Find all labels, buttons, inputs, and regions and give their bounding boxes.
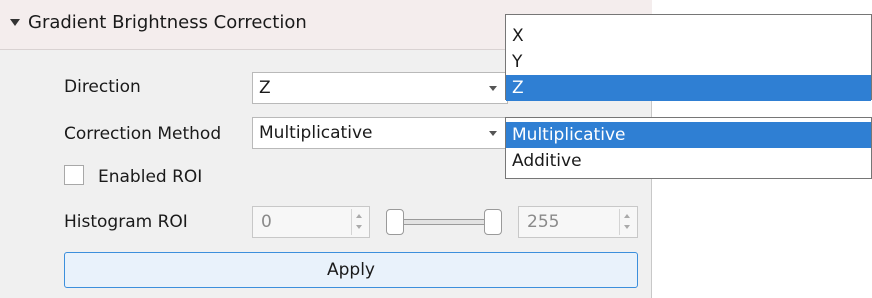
spin-up-icon[interactable] — [624, 214, 630, 218]
enabled-roi-checkbox[interactable] — [64, 165, 84, 185]
roi-max-spinbox[interactable]: 255 — [518, 206, 638, 238]
correction-method-dropdown-list: Multiplicative Additive — [505, 117, 872, 179]
roi-max-value: 255 — [527, 212, 560, 232]
slider-min-handle[interactable] — [386, 209, 404, 235]
direction-label: Direction — [64, 77, 141, 97]
correction-method-value: Multiplicative — [259, 123, 373, 143]
collapse-arrow-icon[interactable] — [10, 19, 20, 26]
direction-dropdown-list: X Y Z — [505, 14, 872, 101]
apply-button[interactable]: Apply — [64, 252, 638, 288]
roi-range-slider[interactable] — [393, 219, 495, 225]
chevron-down-icon — [489, 86, 497, 91]
option-additive[interactable]: Additive — [506, 148, 871, 174]
direction-value: Z — [259, 78, 271, 98]
spin-buttons[interactable] — [351, 209, 367, 235]
spin-up-icon[interactable] — [356, 214, 362, 218]
spin-buttons[interactable] — [619, 209, 635, 235]
histogram-roi-label: Histogram ROI — [64, 212, 188, 232]
roi-min-spinbox[interactable]: 0 — [252, 206, 370, 238]
slider-max-handle[interactable] — [484, 209, 502, 235]
correction-method-label: Correction Method — [64, 124, 222, 144]
option-y[interactable]: Y — [506, 49, 871, 75]
option-multiplicative[interactable]: Multiplicative — [506, 122, 871, 148]
option-z[interactable]: Z — [506, 75, 871, 101]
chevron-down-icon — [489, 131, 497, 136]
correction-method-combo[interactable]: Multiplicative — [252, 117, 508, 149]
roi-min-value: 0 — [261, 212, 272, 232]
option-x[interactable]: X — [506, 23, 871, 49]
enabled-roi-label: Enabled ROI — [98, 167, 203, 187]
section-title: Gradient Brightness Correction — [28, 12, 307, 33]
direction-combo[interactable]: Z — [252, 72, 508, 104]
spin-down-icon[interactable] — [356, 225, 362, 229]
spin-down-icon[interactable] — [624, 225, 630, 229]
